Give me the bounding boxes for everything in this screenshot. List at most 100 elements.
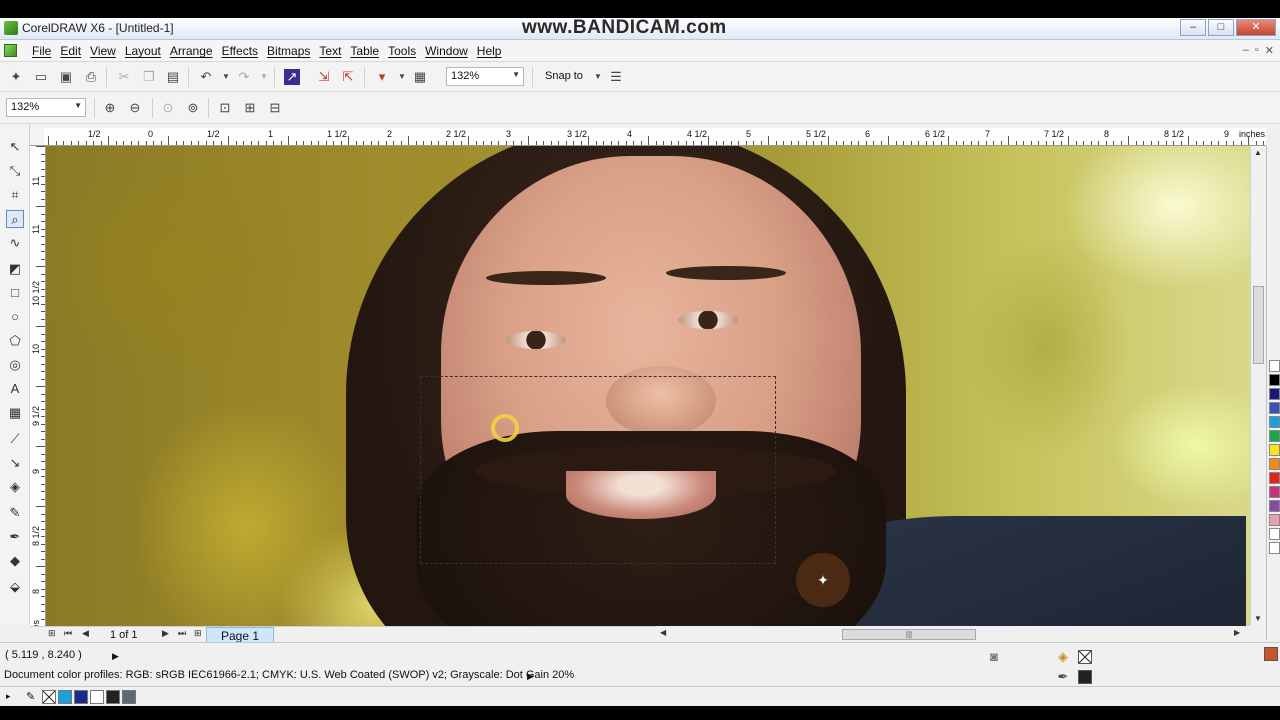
palette-swatch[interactable]	[1269, 430, 1280, 442]
fill-bucket-icon[interactable]: ◈	[1055, 649, 1071, 665]
menu-bitmaps[interactable]: Bitmaps	[267, 44, 319, 58]
paste-icon[interactable]: ▤	[165, 69, 181, 85]
previous-page-icon[interactable]: ◀	[82, 628, 89, 639]
palette-swatch[interactable]	[1269, 444, 1280, 456]
outline-pen-tool-icon[interactable]: ✒	[6, 528, 24, 546]
page-tab[interactable]: Page 1	[206, 627, 275, 643]
coreldraw-app-icon[interactable]	[4, 21, 18, 35]
scroll-right-icon[interactable]: ▶	[1234, 628, 1240, 637]
palette-swatch[interactable]	[1269, 388, 1280, 400]
ellipse-tool-icon[interactable]: ○	[6, 308, 24, 326]
palette-swatch[interactable]	[1269, 486, 1280, 498]
menu-window[interactable]: Window	[425, 44, 477, 58]
undo-dropdown-icon[interactable]: ▼	[218, 69, 234, 85]
undo-icon[interactable]: ↶	[198, 69, 214, 85]
palette-swatch[interactable]	[1269, 402, 1280, 414]
zoom-out-icon[interactable]: ⊖	[127, 100, 143, 116]
menu-tools[interactable]: Tools	[388, 44, 425, 58]
palette-scroll-icon[interactable]: ▸	[6, 691, 11, 702]
new-document-icon[interactable]: ✦	[8, 69, 24, 85]
doc-close-button[interactable]: ✕	[1265, 44, 1274, 57]
document-palette-swatch[interactable]	[90, 690, 104, 704]
no-color-swatch[interactable]	[42, 690, 56, 704]
fill-none-swatch[interactable]	[1078, 650, 1092, 664]
last-page-icon[interactable]: ⏭	[178, 628, 186, 639]
horizontal-scroll-thumb[interactable]: |||	[842, 629, 976, 640]
smart-fill-tool-icon[interactable]: ◩	[6, 260, 24, 278]
options-icon[interactable]: ☰	[608, 69, 624, 85]
document-palette-swatch[interactable]	[58, 690, 72, 704]
crop-tool-icon[interactable]: ⌗	[6, 186, 24, 204]
add-page-before-icon[interactable]: ⊞	[48, 628, 56, 639]
vertical-scroll-thumb[interactable]	[1253, 286, 1264, 364]
menu-effects[interactable]: Effects	[222, 44, 267, 58]
outline-pen-icon[interactable]: ✒	[1055, 669, 1071, 685]
vertical-scrollbar[interactable]: ▲ ▼	[1250, 146, 1266, 626]
palette-swatch[interactable]	[1269, 360, 1280, 372]
application-launcher-dropdown-icon[interactable]: ▼	[394, 69, 410, 85]
zoom-level-combo[interactable]: 132% ▼	[446, 67, 524, 86]
outline-color-swatch[interactable]	[1078, 670, 1092, 684]
print-icon[interactable]: ⎙	[83, 69, 99, 85]
minimize-button[interactable]: –	[1180, 19, 1206, 36]
add-page-after-icon[interactable]: ⊞	[194, 628, 202, 639]
menu-table[interactable]: Table	[350, 44, 388, 58]
cut-icon[interactable]: ✂	[116, 69, 132, 85]
document-palette-swatch[interactable]	[106, 690, 120, 704]
eyedropper-tool-icon[interactable]: ✎	[6, 504, 24, 522]
palette-swatch[interactable]	[1269, 500, 1280, 512]
blend-tool-icon[interactable]: ◈	[6, 478, 24, 496]
menu-edit[interactable]: Edit	[60, 44, 90, 58]
palette-swatch[interactable]	[1269, 374, 1280, 386]
zoom-to-page-width-icon[interactable]: ⊞	[242, 100, 258, 116]
palette-swatch[interactable]	[1269, 416, 1280, 428]
zoom-tool-icon[interactable]: ⌕	[6, 210, 24, 228]
palette-swatch[interactable]	[1269, 528, 1280, 540]
connector-tool-icon[interactable]: ↘	[6, 454, 24, 472]
profiles-expand-icon[interactable]: ▶	[527, 671, 534, 682]
scroll-down-icon[interactable]: ▼	[1254, 614, 1262, 623]
document-icon[interactable]	[4, 44, 17, 57]
menu-arrange[interactable]: Arrange	[170, 44, 222, 58]
redo-dropdown-icon[interactable]: ▼	[256, 69, 272, 85]
snap-to-dropdown-icon[interactable]: ▼	[590, 69, 606, 85]
drawing-canvas[interactable]: ✦	[46, 146, 1250, 626]
scroll-up-icon[interactable]: ▲	[1254, 148, 1262, 157]
shape-tool-icon[interactable]: ⤡	[6, 162, 24, 180]
close-button[interactable]: ✕	[1236, 19, 1276, 36]
snap-to-label[interactable]: Snap to	[545, 70, 583, 82]
document-palette-swatch[interactable]	[122, 690, 136, 704]
basic-shapes-tool-icon[interactable]: ◎	[6, 356, 24, 374]
import-icon[interactable]: ⇲	[316, 69, 332, 85]
palette-swatch[interactable]	[1269, 458, 1280, 470]
freehand-tool-icon[interactable]: ∿	[6, 234, 24, 252]
zoom-in-icon[interactable]: ⊕	[102, 100, 118, 116]
color-profiles-text[interactable]: Document color profiles: RGB: sRGB IEC61…	[4, 669, 574, 681]
fill-tool-icon[interactable]: ◆	[6, 552, 24, 570]
zoom-to-all-objects-icon[interactable]: ⊚	[185, 100, 201, 116]
polygon-tool-icon[interactable]: ⬠	[6, 332, 24, 350]
menu-text[interactable]: Text	[319, 44, 350, 58]
status-extra-swatch[interactable]	[1264, 647, 1278, 661]
vertical-ruler[interactable]: 111110 1/2109 1/298 1/28inches	[30, 146, 46, 640]
search-content-icon[interactable]: ↗	[284, 69, 300, 85]
maximize-button[interactable]: □	[1208, 19, 1234, 36]
palette-swatch[interactable]	[1269, 514, 1280, 526]
palette-swatch[interactable]	[1269, 472, 1280, 484]
status-expand-icon[interactable]: ▶	[112, 651, 119, 662]
export-icon[interactable]: ⇱	[340, 69, 356, 85]
rectangle-tool-icon[interactable]: □	[6, 284, 24, 302]
copy-icon[interactable]: ❐	[141, 69, 157, 85]
welcome-screen-icon[interactable]: ▦	[412, 69, 428, 85]
open-folder-icon[interactable]: ▭	[33, 69, 49, 85]
zoom-to-page-icon[interactable]: ⊡	[217, 100, 233, 116]
menu-file[interactable]: File	[32, 44, 60, 58]
next-page-icon[interactable]: ▶	[162, 628, 169, 639]
doc-minimize-button[interactable]: –	[1243, 44, 1249, 57]
scroll-left-icon[interactable]: ◀	[660, 628, 666, 637]
horizontal-ruler[interactable]: 1/2 0 1/2 1 1 1/2 2 2 1/2 3 3 1/2 4 4 1/2 5 5 1/2 6 6 …	[44, 128, 1266, 146]
document-palette-swatch[interactable]	[74, 690, 88, 704]
menu-layout[interactable]: Layout	[125, 44, 170, 58]
save-icon[interactable]: ▣	[58, 69, 74, 85]
publish-pdf-icon[interactable]: ▾	[374, 69, 390, 85]
